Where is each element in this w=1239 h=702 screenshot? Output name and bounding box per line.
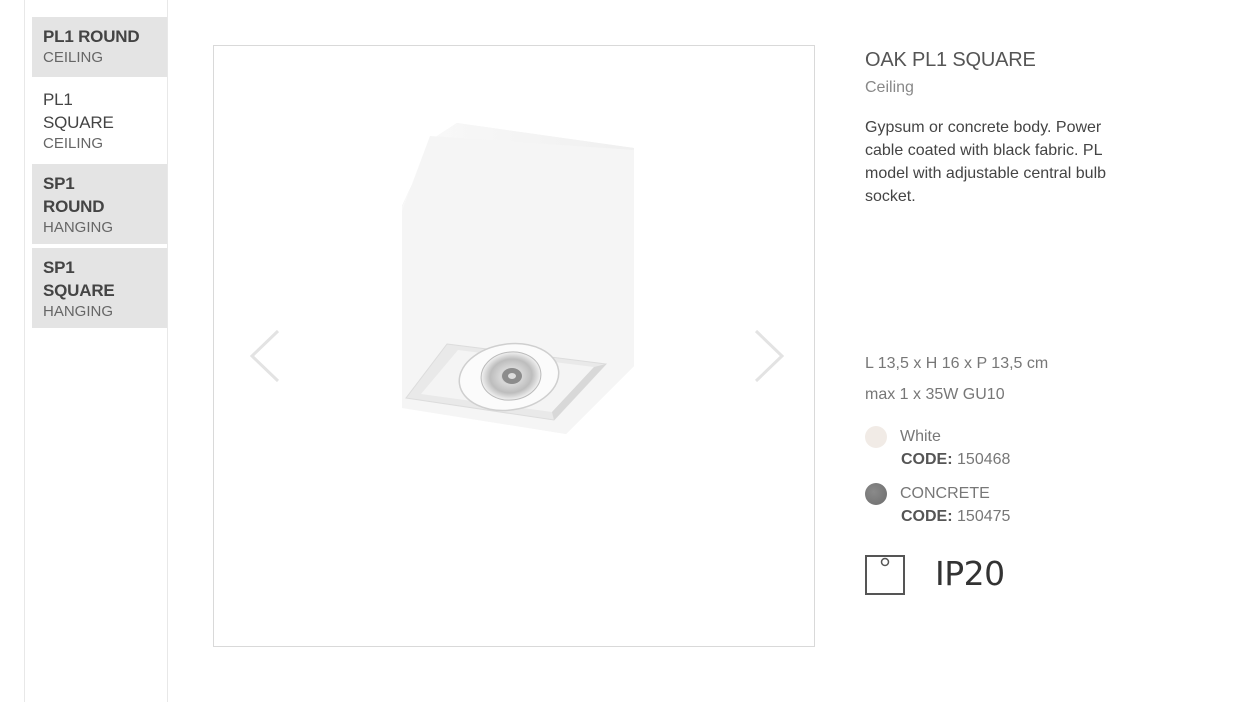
product-details: OAK PL1 SQUARE Ceiling Gypsum or concret… [865,48,1165,208]
sidebar-item-category: CEILING [43,135,104,152]
color-swatch [865,483,887,505]
code-value: 150475 [957,508,1011,525]
variant-code: CODE: 150475 [901,508,1010,526]
gallery-next-button[interactable] [750,328,786,384]
variant-concrete[interactable]: CONCRETE CODE: 150475 [865,483,1115,529]
sidebar-item-name: SP1 SQUARE [43,258,115,300]
variant-name: White [900,428,941,445]
sidebar-item-name: PL1 SQUARE [43,90,114,132]
variant-code: CODE: 150468 [901,451,1010,469]
color-swatch [865,426,887,448]
ip-rating-label: IP20 [935,554,1005,593]
sidebar-item-pl1-square[interactable]: PL1 SQUARE CEILING [32,80,152,160]
sidebar-item-name: PL1 ROUND [43,27,140,46]
chevron-left-icon [249,329,280,383]
variant-name: CONCRETE [900,485,990,502]
gallery-prev-button[interactable] [248,328,284,384]
code-value: 150468 [957,451,1011,468]
product-image [402,123,634,434]
sidebar-item-sp1-round[interactable]: SP1 ROUND HANGING [32,164,167,244]
sidebar-item-sp1-square[interactable]: SP1 SQUARE HANGING [32,248,167,328]
product-dimensions: L 13,5 x H 16 x P 13,5 cm [865,355,1049,372]
sidebar-item-pl1-round[interactable]: PL1 ROUND CEILING [32,17,167,77]
code-label: CODE: [901,508,953,525]
sidebar-item-category: HANGING [43,219,114,236]
product-description: Gypsum or concrete body. Power cable coa… [865,119,1107,205]
code-label: CODE: [901,451,953,468]
sidebar-item-name: SP1 ROUND [43,174,105,216]
chevron-right-icon [754,329,785,383]
sidebar-item-category: HANGING [43,303,114,320]
product-lamp: max 1 x 35W GU10 [865,386,1005,403]
product-title: OAK PL1 SQUARE [865,49,1036,71]
ip-rating-icon [865,555,905,595]
product-gallery [213,45,815,647]
sidebar-item-category: CEILING [43,49,104,66]
product-specs: L 13,5 x H 16 x P 13,5 cm max 1 x 35W GU… [865,348,1048,410]
product-subtitle: Ceiling [865,79,914,96]
variant-white[interactable]: White CODE: 150468 [865,426,1115,472]
